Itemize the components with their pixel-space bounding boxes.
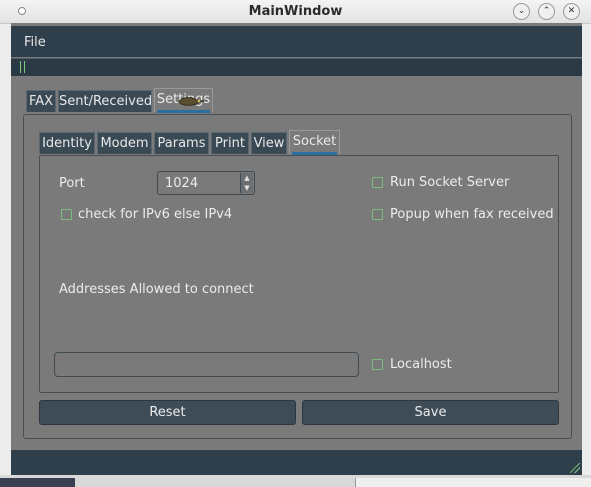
toolbar [11, 58, 582, 76]
tab-identity[interactable]: Identity [39, 132, 95, 154]
localhost-label[interactable]: Localhost [390, 357, 452, 372]
mouse-cursor-icon [178, 97, 205, 106]
desktop-window-edge [355, 478, 591, 487]
reset-button[interactable]: Reset [39, 400, 296, 425]
tab-view[interactable]: View [251, 132, 287, 154]
addresses-input[interactable] [54, 352, 359, 377]
tab-sent-received[interactable]: Sent/Received [58, 90, 152, 112]
minimize-button[interactable]: ⌄ [513, 3, 530, 20]
toolbar-handle-icon[interactable] [20, 61, 25, 73]
menu-file[interactable]: File [24, 35, 46, 50]
localhost-checkbox[interactable] [372, 359, 383, 370]
desktop-taskbar [0, 478, 75, 487]
client-area: File FAX Sent/Received Settings Identity… [11, 23, 582, 475]
port-spinbox[interactable]: 1024 ▲ ▼ [157, 171, 255, 195]
title-bar[interactable]: MainWindow ⌄ ⌃ ✕ [0, 0, 591, 24]
menu-bar: File [11, 26, 582, 57]
addresses-label: Addresses Allowed to connect [59, 282, 254, 297]
tab-modem[interactable]: Modem [97, 132, 152, 154]
run-socket-server-checkbox[interactable] [372, 177, 383, 188]
socket-pane: Port 1024 ▲ ▼ check for IPv6 else IPv4 R… [39, 155, 559, 393]
ipv6-label[interactable]: check for IPv6 else IPv4 [78, 207, 232, 222]
settings-pane: Identity Modem Params Print View Socket … [23, 114, 572, 439]
popup-fax-checkbox[interactable] [372, 209, 383, 220]
spin-down-icon[interactable]: ▼ [240, 183, 253, 193]
tab-fax[interactable]: FAX [26, 90, 56, 112]
run-socket-server-label[interactable]: Run Socket Server [390, 175, 509, 190]
window-title: MainWindow [248, 4, 343, 19]
tab-socket[interactable]: Socket [289, 130, 340, 155]
close-button[interactable]: ✕ [563, 3, 580, 20]
size-grip-icon[interactable] [570, 463, 580, 473]
port-label: Port [59, 176, 85, 191]
tab-print[interactable]: Print [211, 132, 249, 154]
main-window: MainWindow ⌄ ⌃ ✕ File FAX Sent/Received … [0, 0, 591, 487]
maximize-button[interactable]: ⌃ [538, 3, 555, 20]
tab-params[interactable]: Params [154, 132, 209, 154]
save-button[interactable]: Save [302, 400, 559, 425]
status-bar [11, 450, 582, 475]
popup-fax-label[interactable]: Popup when fax received [390, 207, 554, 222]
ipv6-checkbox[interactable] [61, 209, 72, 220]
spin-up-icon[interactable]: ▲ [240, 173, 253, 183]
port-value[interactable]: 1024 [165, 176, 198, 191]
